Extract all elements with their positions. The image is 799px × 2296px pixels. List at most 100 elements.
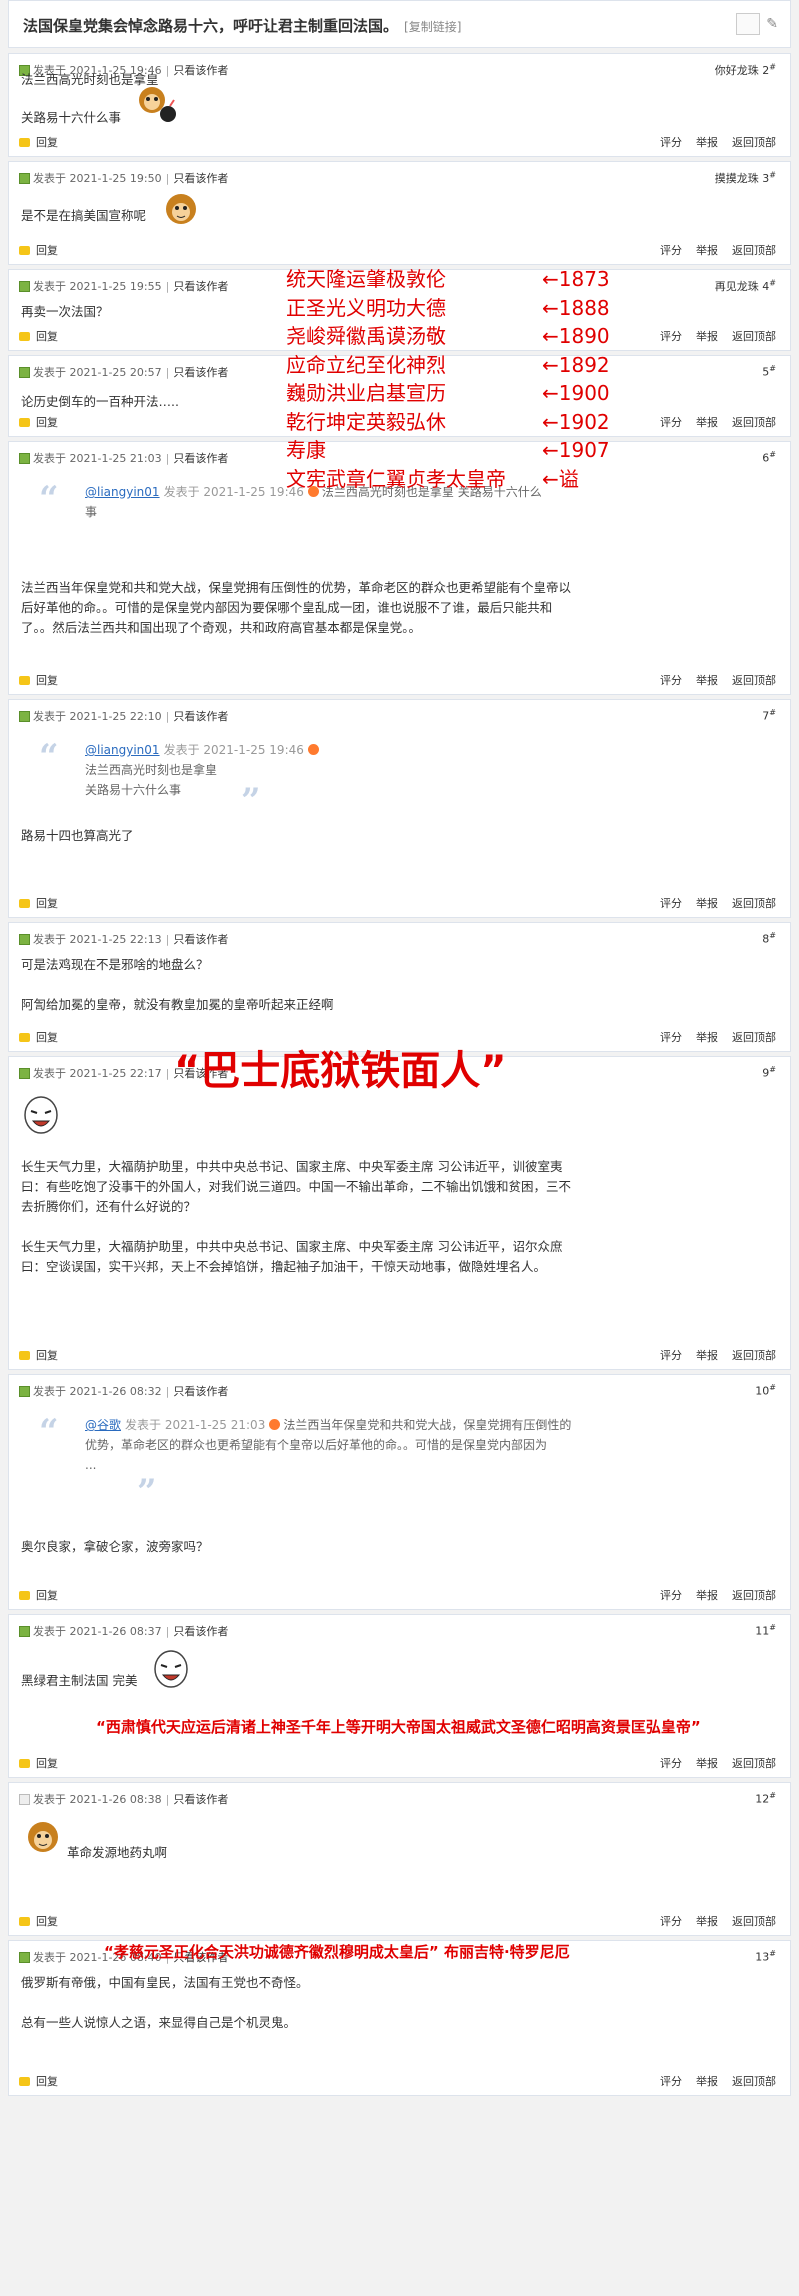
- checkbox-icon[interactable]: [736, 13, 761, 35]
- report-link[interactable]: 举报: [696, 1349, 718, 1362]
- post-floor-9: 发表于 2021-1-25 22:17 | 只看该作者 9# 长生天气力里，大福荫护…: [8, 1056, 791, 1370]
- only-author-link[interactable]: 只看该作者: [173, 366, 228, 379]
- back-to-top-link[interactable]: 返回顶部: [732, 330, 776, 343]
- report-link[interactable]: 举报: [696, 330, 718, 343]
- back-to-top-link[interactable]: 返回顶部: [732, 244, 776, 257]
- rate-link[interactable]: 评分: [660, 1915, 682, 1928]
- report-link[interactable]: 举报: [696, 674, 718, 687]
- post-content: 长生天气力里，大福荫护助里，中共中央总书记、国家主席、中央军委主席 习公讳近平，…: [21, 1157, 776, 1277]
- rate-link[interactable]: 评分: [660, 330, 682, 343]
- reply-button[interactable]: 回复: [19, 1347, 58, 1363]
- back-to-top-link[interactable]: 返回顶部: [732, 416, 776, 429]
- only-author-link[interactable]: 只看该作者: [173, 1793, 228, 1806]
- back-to-top-link[interactable]: 返回顶部: [732, 674, 776, 687]
- post-footer: 回复 评分 举报 返回顶部: [19, 895, 776, 911]
- report-link[interactable]: 举报: [696, 136, 718, 149]
- rate-link[interactable]: 评分: [660, 897, 682, 910]
- reply-button[interactable]: 回复: [19, 1755, 58, 1771]
- back-to-top-link[interactable]: 返回顶部: [732, 1757, 776, 1770]
- post-footer: 回复 评分 举报 返回顶部: [19, 2073, 776, 2089]
- back-to-top-link[interactable]: 返回顶部: [732, 136, 776, 149]
- only-author-link[interactable]: 只看该作者: [173, 710, 228, 723]
- user-icon: [19, 453, 30, 464]
- report-link[interactable]: 举报: [696, 244, 718, 257]
- post-actions: 评分 举报 返回顶部: [646, 1755, 776, 1771]
- quote-jump-icon[interactable]: [269, 1419, 281, 1430]
- reply-button[interactable]: 回复: [19, 134, 58, 150]
- only-author-link[interactable]: 只看该作者: [173, 64, 228, 77]
- rate-link[interactable]: 评分: [660, 1757, 682, 1770]
- floor-number: 7#: [762, 708, 776, 723]
- user-icon: [19, 1626, 30, 1637]
- post-line: 了。。然后法兰西共和国出现了个奇观，共和政府高官基本都是保皇党。。: [21, 620, 422, 635]
- quoted-post: @liangyin01 发表于 2021-1-25 19:46 法兰西高光时刻也是…: [85, 740, 750, 800]
- report-link[interactable]: 举报: [696, 2075, 718, 2088]
- only-author-link[interactable]: 只看该作者: [173, 1385, 228, 1398]
- post-footer: 回复 评分 举报 返回顶部: [19, 1587, 776, 1603]
- reply-button[interactable]: 回复: [19, 895, 58, 911]
- emperor-year: ←1888: [542, 295, 610, 320]
- post11-red-annotation: “孝慈元圣正化合天洪功诚德齐徽烈穆明成太皇后” 布丽吉特·特罗尼厄: [104, 1943, 570, 1961]
- floor-number: 你好龙珠 2#: [714, 62, 776, 77]
- back-to-top-link[interactable]: 返回顶部: [732, 1349, 776, 1362]
- back-to-top-link[interactable]: 返回顶部: [732, 1031, 776, 1044]
- reply-button[interactable]: 回复: [19, 672, 58, 688]
- only-author-link[interactable]: 只看该作者: [173, 1625, 228, 1638]
- report-link[interactable]: 举报: [696, 1915, 718, 1928]
- quote-jump-icon[interactable]: [307, 744, 319, 755]
- quote-user-link[interactable]: @谷歌: [85, 1418, 121, 1432]
- quote-user-link[interactable]: @liangyin01: [85, 743, 160, 757]
- post-line: 路易十四也算高光了: [21, 828, 134, 843]
- post-content: 俄罗斯有帝俄，中国有皇民，法国有王党也不奇怪。 总有一些人说惊人之语，来显得自己…: [21, 1973, 776, 2033]
- reply-icon: [19, 1759, 30, 1768]
- back-to-top-link[interactable]: 返回顶部: [732, 897, 776, 910]
- user-icon: [19, 1794, 30, 1805]
- back-to-top-link[interactable]: 返回顶部: [732, 1915, 776, 1928]
- reply-button[interactable]: 回复: [19, 328, 58, 344]
- quote-user-link[interactable]: @liangyin01: [85, 485, 160, 499]
- report-link[interactable]: 举报: [696, 1589, 718, 1602]
- reply-button[interactable]: 回复: [19, 1913, 58, 1929]
- rate-link[interactable]: 评分: [660, 416, 682, 429]
- post-footer: 回复 评分 举报 返回顶部: [19, 1755, 776, 1771]
- rate-link[interactable]: 评分: [660, 1589, 682, 1602]
- only-author-link[interactable]: 只看该作者: [173, 452, 228, 465]
- post-content: 革命发源地药丸啊: [67, 1843, 776, 1863]
- rate-link[interactable]: 评分: [660, 2075, 682, 2088]
- reply-button[interactable]: 回复: [19, 1029, 58, 1045]
- posted-label: 发表于: [33, 1067, 66, 1080]
- user-icon: [19, 281, 30, 292]
- post-time: 2021-1-25 19:55: [69, 280, 162, 293]
- only-author-link[interactable]: 只看该作者: [173, 933, 228, 946]
- edit-icon[interactable]: ✎: [766, 16, 778, 32]
- back-to-top-link[interactable]: 返回顶部: [732, 1589, 776, 1602]
- emperor-row: 尧峻舜徽禹谟汤敬 ←1890: [286, 322, 610, 351]
- emperor-row: 乾行坤定英毅弘休 ←1902: [286, 408, 610, 437]
- rate-link[interactable]: 评分: [660, 244, 682, 257]
- report-link[interactable]: 举报: [696, 416, 718, 429]
- floor-number: 10#: [755, 1383, 776, 1398]
- rate-link[interactable]: 评分: [660, 674, 682, 687]
- only-author-link[interactable]: 只看该作者: [173, 172, 228, 185]
- posted-label: 发表于: [33, 452, 66, 465]
- back-to-top-link[interactable]: 返回顶部: [732, 2075, 776, 2088]
- copy-link[interactable]: [复制链接]: [404, 20, 461, 34]
- post-time: 2021-1-26 08:32: [69, 1385, 162, 1398]
- post10-red-annotation: “西肃慎代天应运后清诸上神圣千年上等开明大帝国太祖威武文圣德仁昭明高资景匡弘皇帝…: [96, 1718, 701, 1736]
- reply-button[interactable]: 回复: [19, 2073, 58, 2089]
- post-line: 奥尔良家，拿破仑家，波旁家吗？: [21, 1539, 209, 1554]
- floor-nick: 你好龙珠: [714, 64, 759, 77]
- reply-button[interactable]: 回复: [19, 242, 58, 258]
- post-meta: 发表于 2021-1-26 08:37 | 只看该作者: [19, 1623, 228, 1639]
- report-link[interactable]: 举报: [696, 897, 718, 910]
- rate-link[interactable]: 评分: [660, 136, 682, 149]
- emperor-name: 应命立纪至化神烈: [286, 352, 446, 377]
- only-author-link[interactable]: 只看该作者: [173, 280, 228, 293]
- report-link[interactable]: 举报: [696, 1031, 718, 1044]
- reply-button[interactable]: 回复: [19, 1587, 58, 1603]
- rate-link[interactable]: 评分: [660, 1031, 682, 1044]
- rate-link[interactable]: 评分: [660, 1349, 682, 1362]
- post-actions: 评分 举报 返回顶部: [646, 672, 776, 688]
- report-link[interactable]: 举报: [696, 1757, 718, 1770]
- reply-button[interactable]: 回复: [19, 414, 58, 430]
